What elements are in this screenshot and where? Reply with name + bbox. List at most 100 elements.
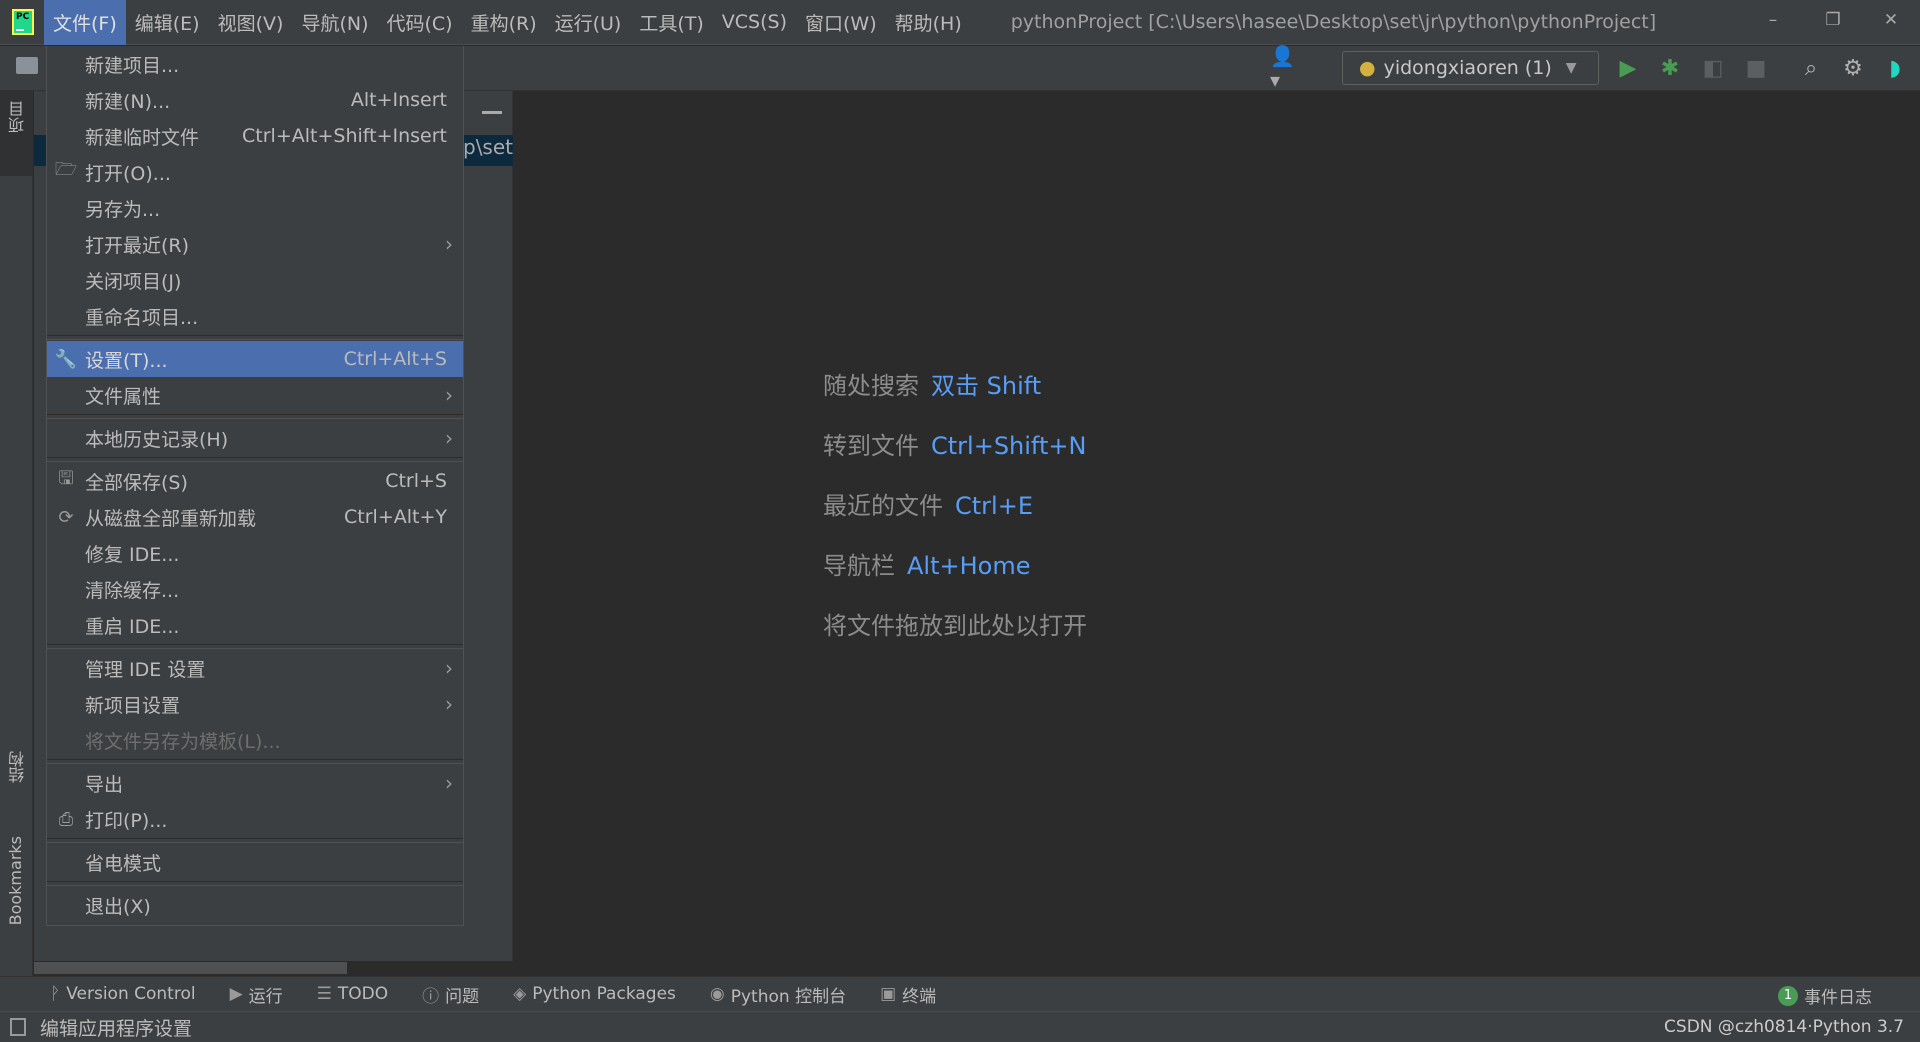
tool-window-button[interactable]: ᚹ Version Control: [50, 984, 196, 1004]
welcome-hint: 随处搜索 双击 Shift: [823, 372, 1042, 400]
menu-item-label: 打开最近(R): [85, 234, 190, 257]
tool-window-icon: ᚹ: [50, 984, 61, 1004]
menu-item[interactable]: 新项目设置 ›: [47, 686, 463, 722]
menu-item-label: 新建(N)...: [85, 90, 171, 113]
menu-0[interactable]: 文件(F): [44, 0, 126, 45]
left-tool-strip: 项目 结构 Bookmarks: [0, 91, 33, 976]
menu-item[interactable]: 打开最近(R) ›: [47, 226, 463, 262]
menu-item-shortcut: Ctrl+S: [385, 470, 447, 492]
menu-item[interactable]: 管理 IDE 设置 ›: [47, 650, 463, 686]
menu-item-label: 设置(T)...: [85, 349, 168, 372]
folder-open-icon: 🗁: [54, 159, 78, 180]
project-tool-button[interactable]: 项目: [0, 91, 33, 176]
menu-item-label: 管理 IDE 设置: [85, 658, 206, 681]
menu-separator: [47, 414, 463, 419]
menu-1[interactable]: 编辑(E): [126, 0, 209, 45]
menu-item-label: 打开(O)...: [85, 162, 171, 185]
menu-4[interactable]: 代码(C): [377, 0, 461, 45]
chevron-right-icon: ›: [445, 232, 453, 256]
debug-icon[interactable]: ✱: [1656, 54, 1684, 82]
menu-6[interactable]: 运行(U): [546, 0, 631, 45]
menu-item[interactable]: 导出 ›: [47, 765, 463, 801]
menu-item-label: 退出(X): [85, 895, 151, 918]
folder-icon[interactable]: [16, 57, 38, 74]
menu-item-shortcut: Ctrl+Alt+S: [343, 348, 447, 370]
menu-9[interactable]: 窗口(W): [796, 0, 886, 45]
tool-window-icon: ◈: [513, 984, 527, 1004]
jetbrains-toolbox-icon[interactable]: ◗: [1881, 54, 1909, 82]
chevron-down-icon: ▼: [1565, 60, 1577, 76]
chevron-right-icon: ›: [445, 426, 453, 450]
menu-item[interactable]: 重命名项目...: [47, 298, 463, 334]
menu-5[interactable]: 重构(R): [462, 0, 546, 45]
menu-item[interactable]: 🔧 设置(T)... Ctrl+Alt+S: [47, 341, 463, 377]
tool-window-button[interactable]: ◈ Python Packages: [513, 984, 676, 1004]
minimize-button[interactable]: –: [1750, 0, 1796, 40]
print-icon: ⎙: [58, 808, 74, 830]
menu-item[interactable]: ⎙ 打印(P)...: [47, 801, 463, 837]
menu-item[interactable]: 🖫 全部保存(S) Ctrl+S: [47, 463, 463, 499]
status-message: 编辑应用程序设置: [40, 1017, 193, 1040]
menu-item-label: 新建项目...: [85, 54, 180, 77]
python-icon: ●: [1359, 57, 1376, 79]
structure-tool-button[interactable]: 结构: [6, 751, 30, 783]
status-bar: 编辑应用程序设置 CSDN @czh0814·Python 3.7: [0, 1011, 1920, 1042]
menu-item[interactable]: 新建(N)... Alt+Insert: [47, 82, 463, 118]
menu-item-label: 关闭项目(J): [85, 270, 182, 293]
menu-item-label: 本地历史记录(H): [85, 428, 229, 451]
menu-item[interactable]: 省电模式: [47, 844, 463, 880]
menu-item-label: 导出: [85, 773, 124, 796]
stop-icon[interactable]: ■: [1742, 54, 1770, 82]
menu-item[interactable]: 另存为...: [47, 190, 463, 226]
tool-window-icon: ▣: [880, 984, 897, 1004]
menu-10[interactable]: 帮助(H): [886, 0, 971, 45]
menu-item[interactable]: 重启 IDE...: [47, 607, 463, 643]
run-config-selector[interactable]: ● yidongxiaoren (1) ▼: [1342, 51, 1599, 85]
event-log-button[interactable]: 1 事件日志: [1778, 983, 1872, 1008]
menu-separator: [47, 457, 463, 462]
menu-separator: [47, 335, 463, 340]
menu-item-label: 省电模式: [85, 852, 162, 875]
tool-window-button[interactable]: ▶ 运行: [230, 982, 283, 1007]
bookmarks-tool-button[interactable]: Bookmarks: [6, 836, 25, 925]
hide-panel-icon[interactable]: [482, 111, 502, 114]
menu-item-label: 打印(P)...: [85, 809, 168, 832]
coverage-icon[interactable]: ◧: [1699, 54, 1727, 82]
tool-window-button[interactable]: ⓘ 问题: [422, 982, 479, 1007]
menu-separator: [47, 838, 463, 843]
tool-window-button[interactable]: ◉ Python 控制台: [710, 982, 846, 1007]
menu-8[interactable]: VCS(S): [713, 0, 796, 45]
tool-window-button[interactable]: ▣ 终端: [880, 982, 936, 1007]
horizontal-scrollbar[interactable]: [34, 962, 347, 974]
gear-icon[interactable]: ⚙: [1839, 54, 1867, 82]
run-icon[interactable]: ▶: [1614, 54, 1642, 82]
chevron-right-icon: ›: [445, 692, 453, 716]
menu-item[interactable]: 文件属性 ›: [47, 377, 463, 413]
menu-3[interactable]: 导航(N): [292, 0, 377, 45]
menu-item-label: 将文件另存为模板(L)...: [85, 730, 281, 753]
tool-window-icon: ◉: [709, 984, 725, 1004]
close-button[interactable]: ✕: [1868, 0, 1914, 40]
shortcut-link: 双击 Shift: [931, 372, 1042, 400]
menu-item[interactable]: 新建项目...: [47, 46, 463, 82]
welcome-hint: 转到文件 Ctrl+Shift+N: [823, 432, 1087, 460]
menu-item[interactable]: 退出(X): [47, 887, 463, 923]
tool-window-icon: ⓘ: [422, 986, 440, 1007]
menu-item[interactable]: 修复 IDE...: [47, 535, 463, 571]
menu-item[interactable]: 关闭项目(J): [47, 262, 463, 298]
search-icon[interactable]: ⌕: [1797, 54, 1825, 82]
menu-item[interactable]: 🗁 打开(O)...: [47, 154, 463, 190]
user-icon[interactable]: 👤▾: [1270, 44, 1298, 92]
menu-2[interactable]: 视图(V): [209, 0, 293, 45]
menu-item[interactable]: 新建临时文件 Ctrl+Alt+Shift+Insert: [47, 118, 463, 154]
menu-item[interactable]: ⟳ 从磁盘全部重新加载 Ctrl+Alt+Y: [47, 499, 463, 535]
menu-item-shortcut: Ctrl+Alt+Shift+Insert: [242, 125, 447, 147]
menu-item-label: 另存为...: [85, 198, 161, 221]
menu-item[interactable]: 本地历史记录(H) ›: [47, 420, 463, 456]
shortcut-link: Alt+Home: [907, 552, 1031, 580]
tool-window-button[interactable]: ☰ TODO: [317, 984, 389, 1004]
menu-item[interactable]: 清除缓存...: [47, 571, 463, 607]
restore-button[interactable]: ❐: [1810, 0, 1856, 40]
panel-toggle-icon[interactable]: [10, 1018, 26, 1036]
menu-7[interactable]: 工具(T): [630, 0, 712, 45]
